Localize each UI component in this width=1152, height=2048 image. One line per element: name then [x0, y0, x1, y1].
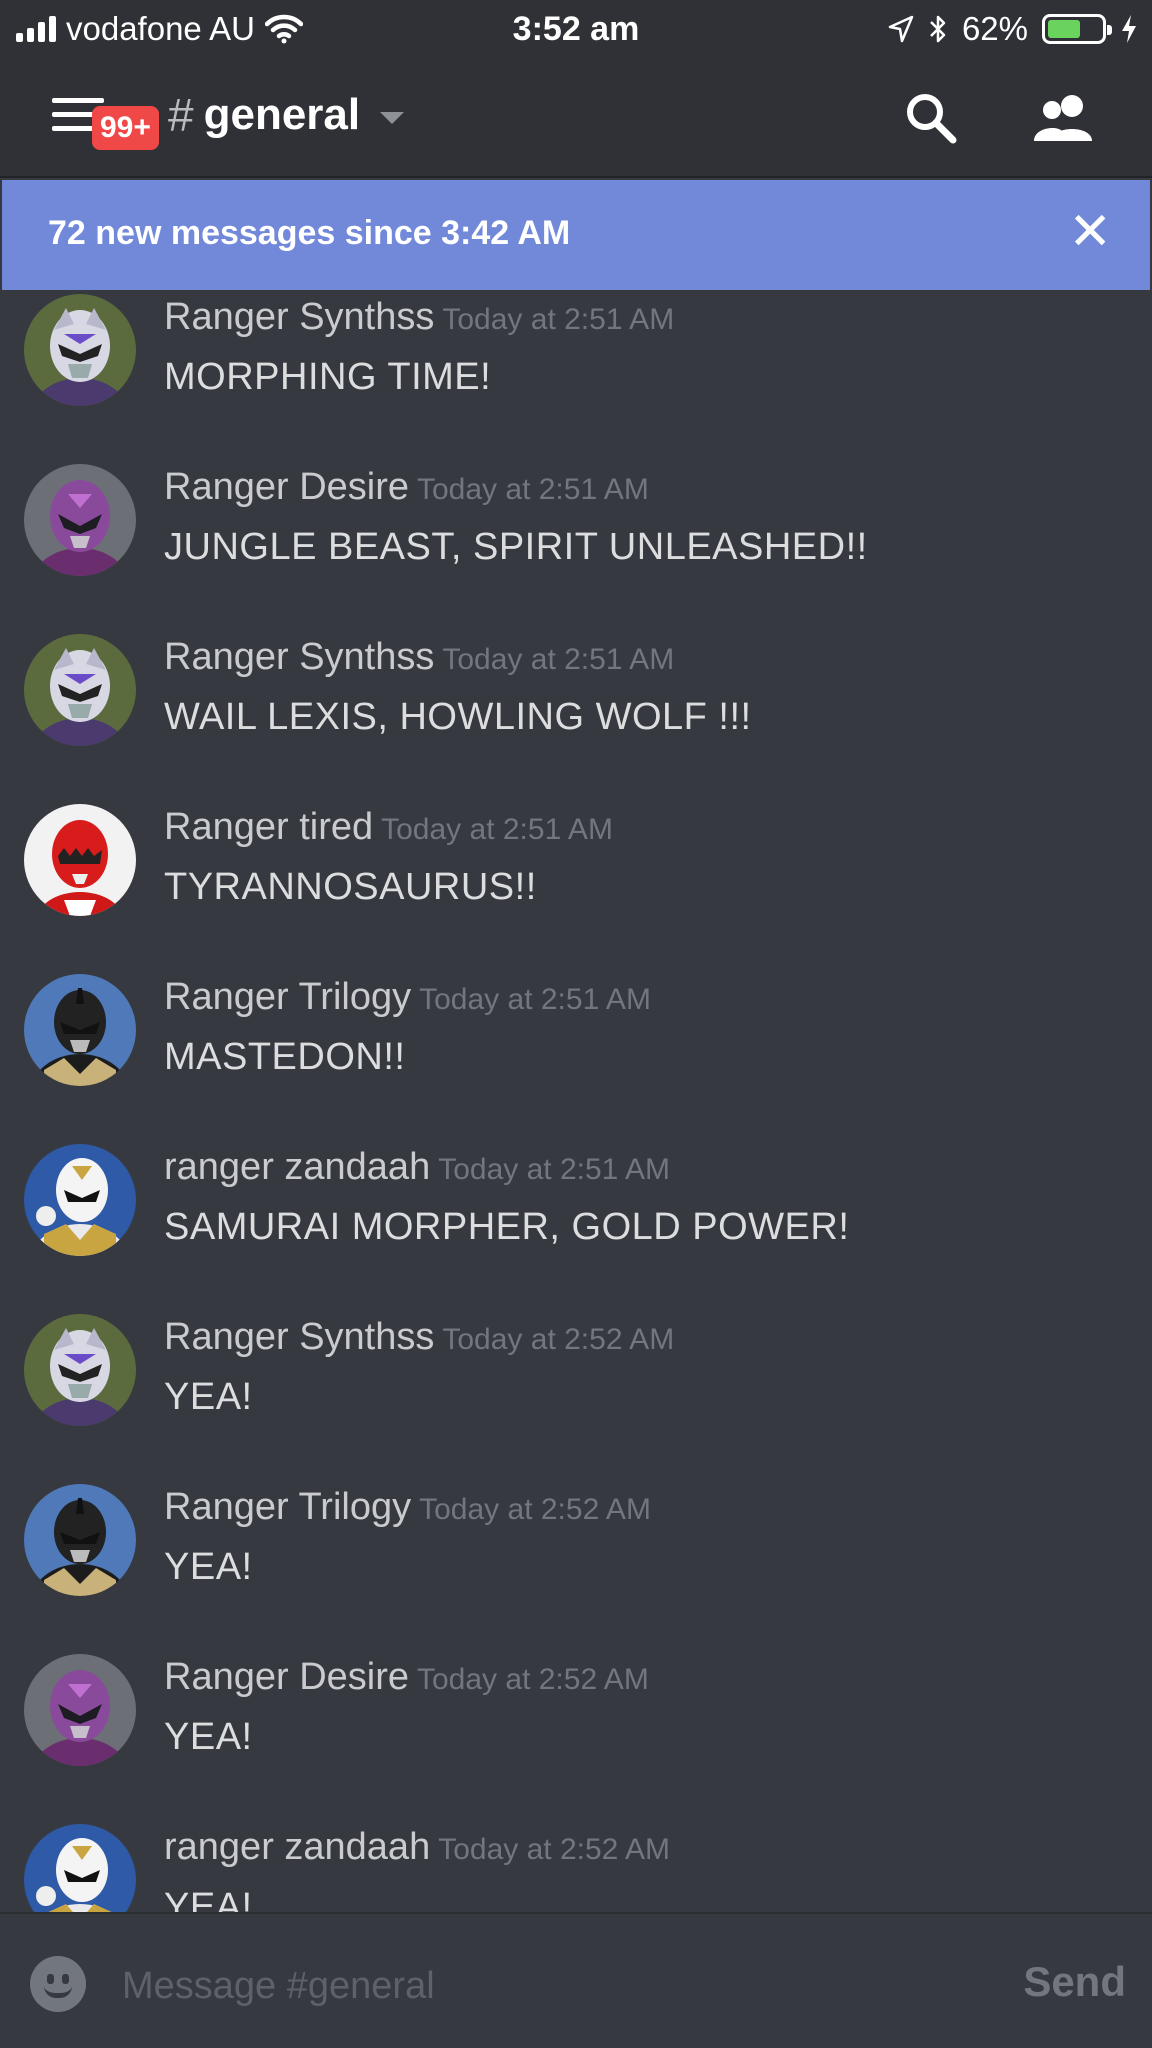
avatar-image: [24, 1824, 136, 1912]
new-messages-text: 72 new messages since 3:42 AM: [48, 214, 571, 252]
avatar-image: [24, 464, 136, 576]
avatar[interactable]: [24, 294, 136, 406]
message-timestamp: Today at 2:52 AM: [438, 1833, 671, 1866]
charging-bolt-icon: [1122, 15, 1136, 43]
message-timestamp: Today at 2:51 AM: [442, 303, 675, 336]
message-timestamp: Today at 2:52 AM: [419, 1493, 651, 1526]
avatar[interactable]: [24, 1654, 136, 1766]
message-text: YEA!: [164, 1886, 253, 1912]
message-text: YEA!: [164, 1716, 253, 1758]
channel-hash-icon: #: [168, 89, 194, 141]
menu-bar: [52, 98, 104, 103]
message-author[interactable]: Ranger Trilogy: [164, 976, 411, 1018]
message-author-line: Ranger Trilogy Today at 2:51 AM: [164, 976, 651, 1019]
message-item[interactable]: Ranger tired Today at 2:51 AM TYRANNOSAURU…: [0, 792, 1152, 962]
avatar[interactable]: [24, 1484, 136, 1596]
avatar-image: [24, 804, 136, 916]
message-item[interactable]: Ranger Desire Today at 2:51 AM JUNGLE BEAS…: [0, 452, 1152, 622]
avatar[interactable]: [24, 804, 136, 916]
avatar[interactable]: [24, 634, 136, 746]
avatar-image: [24, 634, 136, 746]
message-author[interactable]: Ranger Desire: [164, 1656, 409, 1698]
message-item[interactable]: Ranger Synthss Today at 2:51 AM MORPHING T…: [0, 290, 1152, 452]
channel-name: general: [203, 90, 361, 139]
battery-percent: 62%: [961, 10, 1028, 47]
status-bar: vodafone AU 3:52 am 62%: [0, 0, 1152, 58]
battery-level: [1048, 20, 1081, 38]
search-icon: [907, 94, 957, 144]
message-item[interactable]: ranger zandaah Today at 2:51 AM SAMURAI MO…: [0, 1132, 1152, 1302]
message-text: YEA!: [164, 1546, 253, 1588]
avatar[interactable]: [24, 1144, 136, 1256]
message-text: MORPHING TIME!: [164, 356, 492, 398]
search-button[interactable]: [896, 86, 966, 150]
message-timestamp: Today at 2:51 AM: [438, 1153, 671, 1186]
message-item[interactable]: Ranger Desire Today at 2:52 AM YEA!: [0, 1642, 1152, 1812]
message-author[interactable]: Ranger Trilogy: [164, 1486, 411, 1528]
message-author-line: Ranger Synthss Today at 2:52 AM: [164, 1316, 674, 1359]
members-icon: [1034, 95, 1092, 141]
new-messages-banner[interactable]: 72 new messages since 3:42 AM ✕: [2, 180, 1150, 290]
message-text: JUNGLE BEAST, SPIRIT UNLEASHED!!: [164, 526, 868, 568]
message-author[interactable]: Ranger Synthss: [164, 296, 434, 338]
chevron-down-icon: [380, 112, 405, 124]
avatar-image: [24, 1144, 136, 1256]
channel-header: 99+ # general: [0, 58, 1152, 178]
avatar-image: [24, 1654, 136, 1766]
message-composer: Send: [0, 1912, 1152, 2048]
message-timestamp: Today at 2:51 AM: [419, 983, 651, 1016]
message-text: YEA!: [164, 1376, 253, 1418]
message-item[interactable]: Ranger Synthss Today at 2:52 AM YEA!: [0, 1302, 1152, 1472]
emoji-icon[interactable]: [30, 1956, 86, 2012]
message-item[interactable]: Ranger Trilogy Today at 2:52 AM YEA!: [0, 1472, 1152, 1642]
message-author-line: Ranger Synthss Today at 2:51 AM: [164, 296, 674, 339]
avatar[interactable]: [24, 974, 136, 1086]
avatar-image: [24, 294, 136, 406]
avatar-image: [24, 1314, 136, 1426]
message-author-line: ranger zandaah Today at 2:52 AM: [164, 1826, 670, 1869]
avatar-image: [24, 974, 136, 1086]
message-timestamp: Today at 2:51 AM: [442, 643, 675, 676]
avatar[interactable]: [24, 464, 136, 576]
message-item[interactable]: ranger zandaah Today at 2:52 AM YEA!: [0, 1812, 1152, 1912]
message-author-line: Ranger Desire Today at 2:51 AM: [164, 466, 649, 509]
message-input[interactable]: [122, 1956, 982, 2016]
message-author[interactable]: Ranger Synthss: [164, 1316, 434, 1358]
status-right: 62%: [888, 10, 1138, 48]
message-timestamp: Today at 2:52 AM: [442, 1323, 675, 1356]
message-item[interactable]: Ranger Trilogy Today at 2:51 AM MASTEDON!!: [0, 962, 1152, 1132]
message-text: SAMURAI MORPHER, GOLD POWER!: [164, 1206, 850, 1248]
message-author[interactable]: Ranger Synthss: [164, 636, 434, 678]
bluetooth-icon: [930, 15, 946, 43]
message-author[interactable]: ranger zandaah: [164, 1146, 430, 1188]
message-author-line: ranger zandaah Today at 2:51 AM: [164, 1146, 670, 1189]
members-button[interactable]: [1030, 86, 1100, 150]
message-timestamp: Today at 2:51 AM: [417, 473, 649, 506]
message-text: TYRANNOSAURUS!!: [164, 866, 537, 908]
message-author-line: Ranger tired Today at 2:51 AM: [164, 806, 613, 849]
location-arrow-icon: [888, 15, 914, 43]
avatar[interactable]: [24, 1314, 136, 1426]
message-timestamp: Today at 2:52 AM: [417, 1663, 649, 1696]
avatar-image: [24, 1484, 136, 1596]
message-item[interactable]: Ranger Synthss Today at 2:51 AM WAIL LEXIS…: [0, 622, 1152, 792]
message-author[interactable]: Ranger Desire: [164, 466, 409, 508]
message-text: WAIL LEXIS, HOWLING WOLF !!!: [164, 696, 752, 738]
message-text: MASTEDON!!: [164, 1036, 406, 1078]
battery-icon: [1042, 14, 1112, 44]
notification-badge: 99+: [92, 106, 159, 150]
message-author-line: Ranger Synthss Today at 2:51 AM: [164, 636, 674, 679]
message-author-line: Ranger Desire Today at 2:52 AM: [164, 1656, 649, 1699]
message-author[interactable]: Ranger tired: [164, 806, 373, 848]
message-list[interactable]: Ranger Synthss Today at 2:51 AM MORPHING T…: [0, 290, 1152, 1912]
close-icon[interactable]: ✕: [1068, 206, 1112, 258]
avatar[interactable]: [24, 1824, 136, 1912]
channel-selector[interactable]: # general: [168, 88, 405, 142]
message-author[interactable]: ranger zandaah: [164, 1826, 430, 1868]
message-author-line: Ranger Trilogy Today at 2:52 AM: [164, 1486, 651, 1529]
message-timestamp: Today at 2:51 AM: [381, 813, 613, 846]
send-button[interactable]: Send: [1023, 1958, 1126, 2006]
